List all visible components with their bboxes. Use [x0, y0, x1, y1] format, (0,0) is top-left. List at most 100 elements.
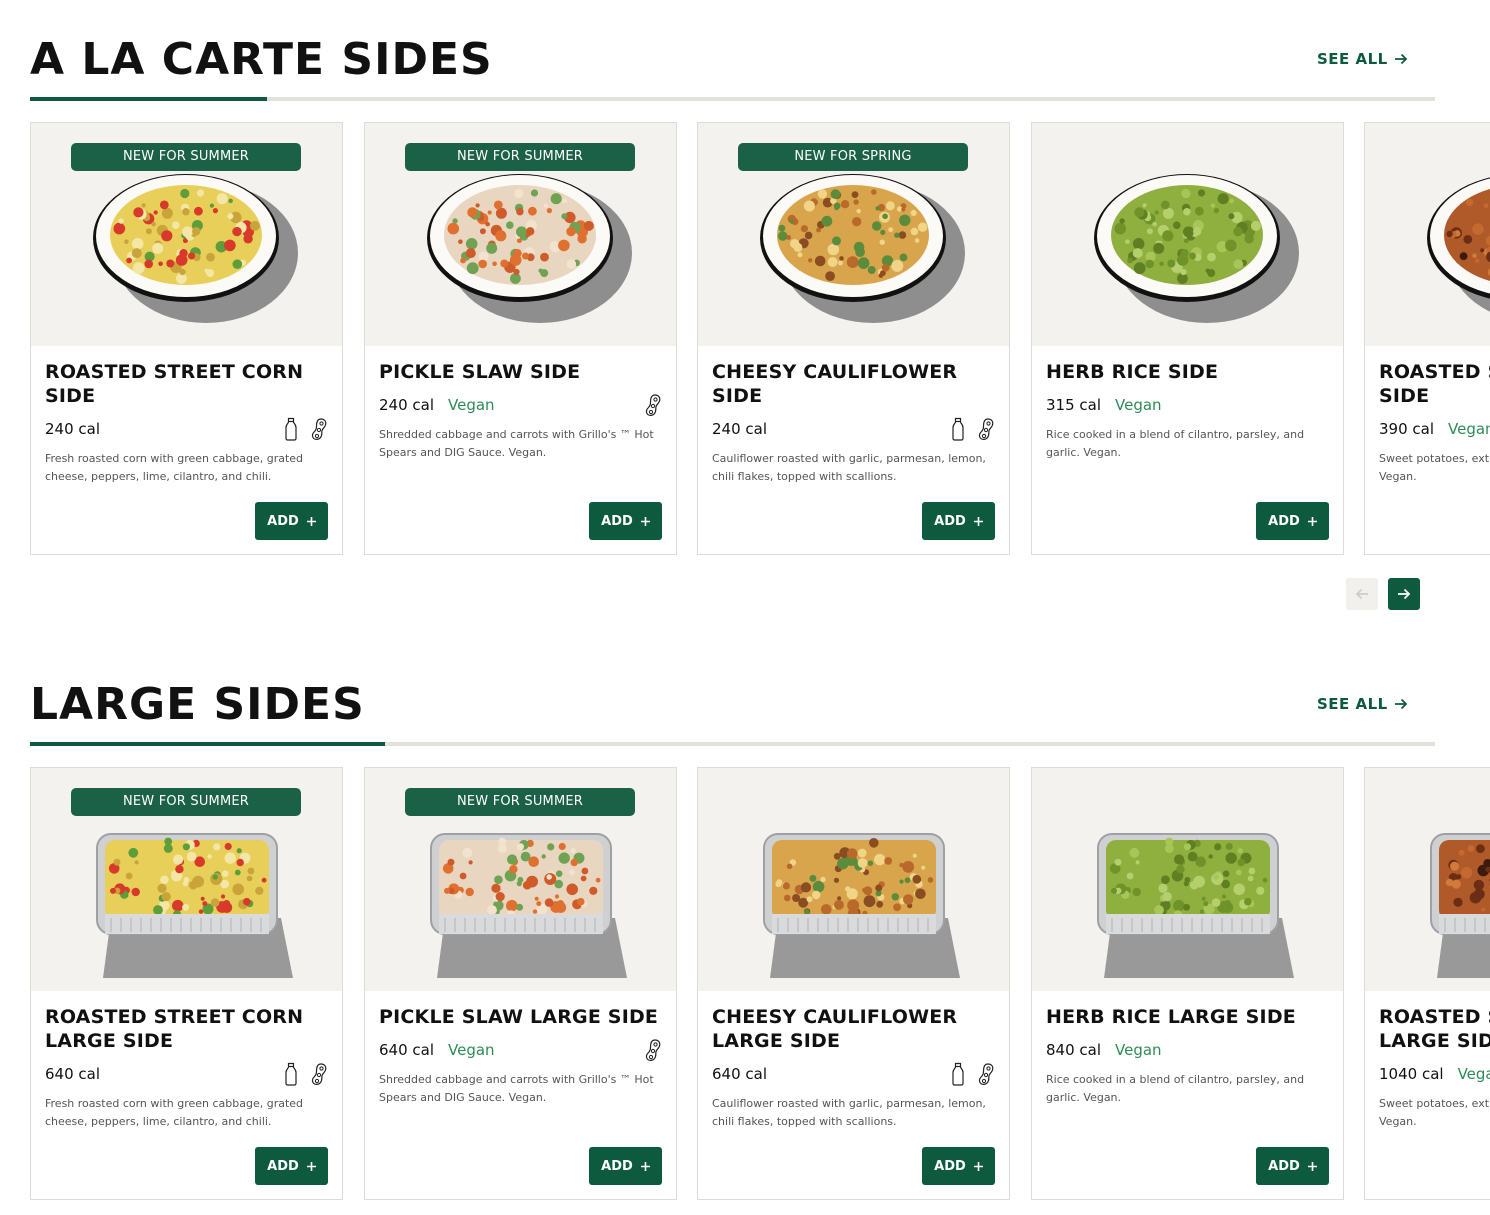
food-illustration: [1365, 123, 1490, 346]
section-divider-accent: [30, 742, 385, 746]
calories: 240 cal: [379, 396, 435, 414]
product-description: Shredded cabbage and carrots with Grillo…: [379, 428, 654, 459]
product-info: ROASTED STREET CORN LARGE SIDE 640 cal F…: [45, 1005, 328, 1131]
product-description: Cauliflower roasted with garlic, parmesa…: [712, 1097, 986, 1128]
calories: 840 cal: [1046, 1041, 1102, 1059]
add-to-cart-button[interactable]: ADD: [1256, 502, 1329, 540]
product-name[interactable]: ROASTED SWEET POTATO SIDE: [1379, 360, 1490, 408]
add-label: ADD: [1268, 1158, 1300, 1174]
add-label: ADD: [934, 513, 966, 529]
product-name[interactable]: ROASTED STREET CORN SIDE: [45, 360, 328, 408]
carousel-next-button[interactable]: [1388, 578, 1420, 610]
product-card[interactable]: CHEESY CAULIFLOWER LARGE SIDE 640 cal Ca…: [697, 767, 1010, 1200]
product-info: CHEESY CAULIFLOWER LARGE SIDE 640 cal Ca…: [712, 1005, 995, 1131]
dairy-icon: [951, 417, 965, 441]
product-info: PICKLE SLAW LARGE SIDE 640 cal Vegan Shr…: [379, 1005, 662, 1107]
plus-icon: [1307, 516, 1317, 526]
soy-icon: [644, 393, 662, 417]
calories: 315 cal: [1046, 396, 1102, 414]
see-all-label: SEE ALL: [1317, 695, 1388, 713]
product-description: Sweet potatoes, extra virgin olive oil, …: [1379, 1097, 1490, 1128]
product-name[interactable]: CHEESY CAULIFLOWER LARGE SIDE: [712, 1005, 995, 1053]
see-all-label: SEE ALL: [1317, 50, 1388, 68]
product-info: ROASTED STREET CORN SIDE 240 cal Fresh r…: [45, 360, 328, 486]
arrow-right-icon: [1398, 588, 1411, 600]
product-name[interactable]: PICKLE SLAW SIDE: [379, 360, 662, 384]
product-image[interactable]: [698, 768, 1009, 991]
dairy-icon: [284, 417, 298, 441]
product-image[interactable]: [1032, 123, 1343, 346]
add-to-cart-button[interactable]: ADD: [1256, 1147, 1329, 1185]
product-card[interactable]: HERB RICE SIDE 315 cal Vegan Rice cooked…: [1031, 122, 1344, 555]
product-name[interactable]: HERB RICE SIDE: [1046, 360, 1329, 384]
vegan-label: Vegan: [1448, 420, 1490, 438]
product-image[interactable]: NEW FOR SUMMER: [31, 123, 342, 346]
calories: 390 cal: [1379, 420, 1435, 438]
product-image[interactable]: [1365, 123, 1490, 346]
product-description: Fresh roasted corn with green cabbage, g…: [45, 452, 304, 483]
plus-icon: [973, 516, 983, 526]
product-card[interactable]: NEW FOR SUMMER ROASTED STREET CORN LARGE…: [30, 767, 343, 1200]
add-to-cart-button[interactable]: ADD: [255, 502, 328, 540]
carousel-prev-button[interactable]: [1346, 578, 1378, 610]
add-to-cart-button[interactable]: ADD: [922, 502, 995, 540]
add-to-cart-button[interactable]: ADD: [589, 1147, 662, 1185]
product-name[interactable]: ROASTED STREET CORN LARGE SIDE: [45, 1005, 328, 1053]
product-card[interactable]: ROASTED SWEET POTATO LARGE SIDE 1040 cal…: [1364, 767, 1490, 1200]
plus-icon: [973, 1161, 983, 1171]
add-label: ADD: [267, 1158, 299, 1174]
product-image[interactable]: [1032, 768, 1343, 991]
product-meta: 390 cal Vegan: [1379, 416, 1490, 442]
product-meta: 240 cal: [45, 416, 328, 442]
product-description: Rice cooked in a blend of cilantro, pars…: [1046, 428, 1305, 459]
promo-badge: NEW FOR SUMMER: [405, 143, 635, 171]
product-card[interactable]: NEW FOR SPRING CHEESY CAULIFLOWER SIDE 2…: [697, 122, 1010, 555]
product-name[interactable]: ROASTED SWEET POTATO LARGE SIDE: [1379, 1005, 1490, 1053]
product-image[interactable]: NEW FOR SUMMER: [31, 768, 342, 991]
product-card[interactable]: NEW FOR SUMMER ROASTED STREET CORN SIDE …: [30, 122, 343, 555]
product-name[interactable]: PICKLE SLAW LARGE SIDE: [379, 1005, 662, 1029]
food-illustration: [1365, 768, 1490, 991]
arrow-left-icon: [1355, 588, 1368, 600]
product-card[interactable]: HERB RICE LARGE SIDE 840 cal Vegan Rice …: [1031, 767, 1344, 1200]
see-all-link[interactable]: SEE ALL: [1317, 695, 1408, 713]
product-meta: 240 cal: [712, 416, 995, 442]
product-image[interactable]: NEW FOR SUMMER: [365, 768, 676, 991]
product-image[interactable]: NEW FOR SUMMER: [365, 123, 676, 346]
product-name[interactable]: HERB RICE LARGE SIDE: [1046, 1005, 1329, 1029]
calories: 640 cal: [45, 1065, 101, 1083]
add-label: ADD: [1268, 513, 1300, 529]
product-meta: 640 cal Vegan: [379, 1037, 662, 1063]
add-label: ADD: [601, 513, 633, 529]
product-meta: 1040 cal Vegan: [1379, 1061, 1490, 1087]
product-description: Cauliflower roasted with garlic, parmesa…: [712, 452, 986, 483]
food-illustration: [1032, 123, 1343, 346]
dietary-icons: [284, 1062, 328, 1086]
product-info: CHEESY CAULIFLOWER SIDE 240 cal Cauliflo…: [712, 360, 995, 486]
dairy-icon: [284, 1062, 298, 1086]
plus-icon: [640, 1161, 650, 1171]
product-meta: 315 cal Vegan: [1046, 392, 1329, 418]
product-description: Fresh roasted corn with green cabbage, g…: [45, 1097, 304, 1128]
see-all-link[interactable]: SEE ALL: [1317, 50, 1408, 68]
product-info: PICKLE SLAW SIDE 240 cal Vegan Shredded …: [379, 360, 662, 462]
add-to-cart-button[interactable]: ADD: [922, 1147, 995, 1185]
add-to-cart-button[interactable]: ADD: [589, 502, 662, 540]
product-image[interactable]: NEW FOR SPRING: [698, 123, 1009, 346]
arrow-right-icon: [1394, 53, 1408, 65]
arrow-right-icon: [1394, 698, 1408, 710]
product-image[interactable]: [1365, 768, 1490, 991]
calories: 640 cal: [379, 1041, 435, 1059]
product-meta: 840 cal Vegan: [1046, 1037, 1329, 1063]
product-card[interactable]: NEW FOR SUMMER PICKLE SLAW LARGE SIDE 64…: [364, 767, 677, 1200]
product-name[interactable]: CHEESY CAULIFLOWER SIDE: [712, 360, 995, 408]
product-card[interactable]: ROASTED SWEET POTATO SIDE 390 cal Vegan …: [1364, 122, 1490, 555]
product-card[interactable]: NEW FOR SUMMER PICKLE SLAW SIDE 240 cal …: [364, 122, 677, 555]
add-to-cart-button[interactable]: ADD: [255, 1147, 328, 1185]
product-info: ROASTED SWEET POTATO LARGE SIDE 1040 cal…: [1379, 1005, 1490, 1131]
dietary-icons: [644, 393, 662, 417]
add-label: ADD: [934, 1158, 966, 1174]
promo-badge: NEW FOR SUMMER: [71, 788, 301, 816]
soy-icon: [644, 1038, 662, 1062]
section-title: A LA CARTE SIDES: [30, 34, 493, 85]
